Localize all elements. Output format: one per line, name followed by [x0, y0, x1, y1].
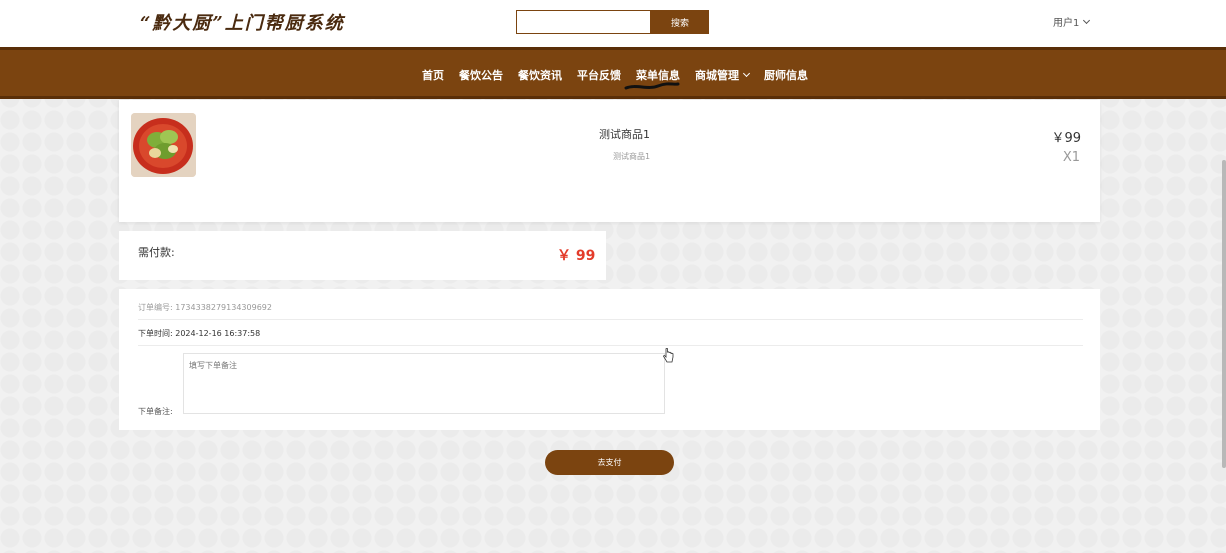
- divider: [138, 345, 1083, 346]
- order-time-row: 下单时间: 2024-12-16 16:37:58: [138, 328, 260, 339]
- payment-label: 需付款:: [138, 246, 175, 259]
- product-description: 测试商品1: [613, 152, 651, 161]
- payment-summary: 需付款: ￥ 99: [119, 231, 606, 280]
- order-remark-label: 下单备注:: [138, 407, 173, 416]
- product-card: 测试商品1 测试商品1 ￥99 X1: [119, 100, 1100, 222]
- product-image[interactable]: [131, 113, 196, 177]
- top-bar: “黔大厨”上门帮厨系统 搜索 用户1: [0, 0, 1226, 47]
- order-remark-input[interactable]: [183, 353, 665, 414]
- divider: [138, 319, 1083, 320]
- user-menu[interactable]: 用户1: [1053, 14, 1091, 29]
- hand-cursor-icon: [663, 348, 674, 363]
- chevron-down-icon: [1083, 16, 1091, 24]
- order-time-label: 下单时间:: [138, 329, 173, 338]
- nav-item-home[interactable]: 首页: [422, 67, 444, 83]
- order-time-value: 2024-12-16 16:37:58: [175, 329, 261, 338]
- nav-item-shop-management[interactable]: 商城管理: [695, 67, 751, 83]
- search-button[interactable]: 搜索: [651, 10, 709, 34]
- product-price: ￥99: [1051, 131, 1081, 146]
- site-logo[interactable]: “黔大厨”上门帮厨系统: [140, 9, 345, 35]
- go-pay-button[interactable]: 去支付: [545, 450, 674, 475]
- nav-item-news[interactable]: 餐饮资讯: [518, 67, 562, 83]
- product-name: 测试商品1: [599, 128, 650, 141]
- dish-image: [131, 113, 196, 177]
- order-number-label: 订单编号:: [138, 303, 173, 312]
- payment-amount: ￥ 99: [557, 248, 596, 264]
- product-quantity: X1: [1062, 150, 1080, 165]
- nav-item-chef-info[interactable]: 厨师信息: [764, 67, 808, 83]
- user-name: 用户1: [1053, 18, 1080, 29]
- scrollbar-thumb[interactable]: [1222, 160, 1226, 468]
- nav-item-feedback[interactable]: 平台反馈: [577, 67, 621, 83]
- order-number-row: 订单编号: 1734338279134309692: [138, 302, 272, 313]
- nav-item-announcements[interactable]: 餐饮公告: [459, 67, 503, 83]
- chevron-down-icon: [742, 69, 751, 78]
- search-input[interactable]: [516, 10, 651, 34]
- nav-item-shop-management-label: 商城管理: [695, 69, 739, 82]
- scribble-mark: [624, 82, 680, 90]
- nav-items: 首页 餐饮公告 餐饮资讯 平台反馈 菜单信息 商城管理 厨师信息: [422, 67, 808, 83]
- order-info-card: 订单编号: 1734338279134309692 下单时间: 2024-12-…: [119, 289, 1100, 430]
- main-nav: 首页 餐饮公告 餐饮资讯 平台反馈 菜单信息 商城管理 厨师信息: [0, 47, 1226, 99]
- order-number-value: 1734338279134309692: [175, 303, 272, 312]
